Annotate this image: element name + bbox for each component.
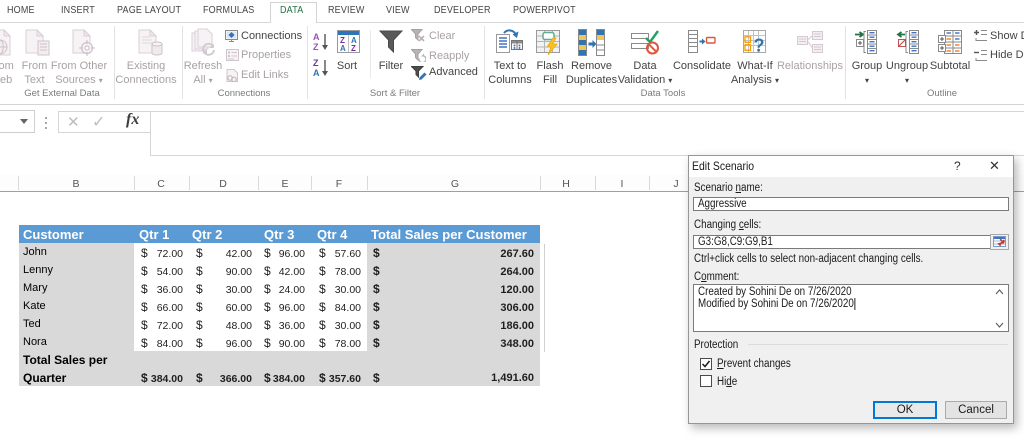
svg-text:Z: Z [313,58,319,68]
svg-text:?: ? [754,36,765,56]
svg-text:A: A [313,32,320,42]
svg-text:A: A [340,44,346,53]
svg-text:A: A [313,68,320,77]
svg-text:Z: Z [351,44,356,53]
svg-text:Z: Z [313,42,319,51]
